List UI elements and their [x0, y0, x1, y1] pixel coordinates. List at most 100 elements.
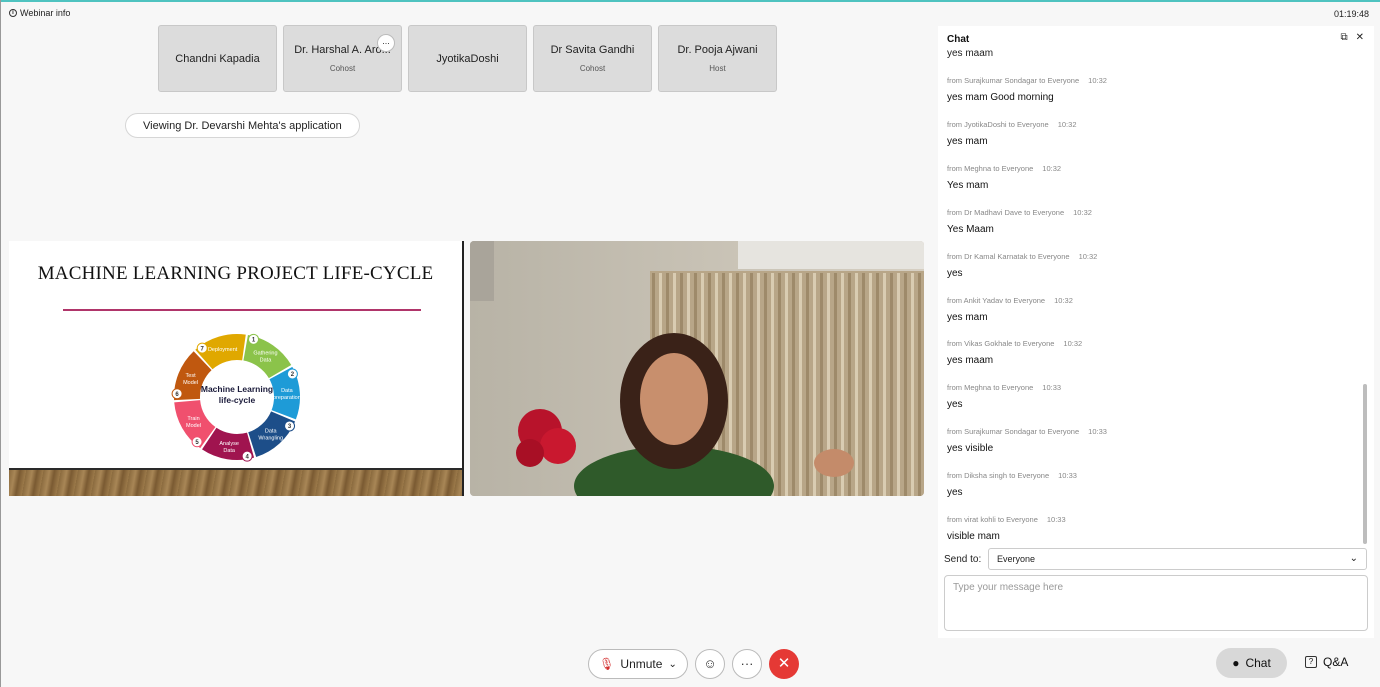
- chat-scrollbar[interactable]: [1363, 384, 1367, 544]
- chat-message: from Ankit Yadav to Everyone 10:32 yes mam: [947, 296, 1073, 323]
- unmute-label: Unmute: [620, 657, 663, 671]
- chat-message-time: 10:32: [1078, 251, 1098, 261]
- close-icon[interactable]: ✕: [1356, 32, 1364, 43]
- diagram-center-label: life-cycle: [219, 395, 256, 405]
- chat-message-time: 10:32: [1042, 163, 1062, 173]
- chat-message: from Dr Kamal Karnatak to Everyone 10:32 y…: [947, 252, 1097, 279]
- lifecycle-step-label: Data: [223, 448, 236, 454]
- chat-message: from Diksha singh to Everyone 10:33 yes: [947, 471, 1077, 498]
- unmute-button[interactable]: 🎙︎ Unmute ⌄: [588, 649, 688, 679]
- chat-bubble-icon: ●: [1232, 656, 1240, 670]
- popout-icon[interactable]: ⧉: [1340, 32, 1347, 43]
- send-to-value: Everyone: [997, 554, 1036, 564]
- chat-message-text: yes: [947, 487, 963, 499]
- chat-message-sender: from Surajkumar Sondagar to Everyone: [947, 76, 1080, 85]
- chat-message-sender: from Ankit Yadav to Everyone: [947, 295, 1046, 305]
- leave-meeting-button[interactable]: ✕: [769, 649, 799, 679]
- lifecycle-step-label: Analyse: [219, 441, 239, 447]
- chat-message-text: yes: [947, 399, 963, 411]
- chat-message-sender: from Dr Kamal Karnatak to Everyone: [947, 251, 1070, 261]
- chat-toggle-button[interactable]: ● Chat: [1216, 648, 1287, 678]
- chat-message-meta: from Surajkumar Sondagar to Everyone 10:3…: [947, 76, 1107, 85]
- reactions-button[interactable]: ☺: [695, 649, 725, 679]
- qa-button[interactable]: ? Q&A: [1305, 655, 1348, 669]
- chat-message: from Surajkumar Sondagar to Everyone 10:3…: [947, 76, 1107, 103]
- left-border: [0, 0, 1, 687]
- question-icon: ?: [1305, 656, 1317, 668]
- chat-message-text: yes maam: [947, 355, 994, 367]
- webinar-info-button[interactable]: i Webinar info: [9, 8, 70, 18]
- webinar-info-label: Webinar info: [20, 8, 71, 18]
- chat-message-sender: from Dr Madhavi Dave to Everyone: [947, 207, 1065, 217]
- chat-message-text: yes mam: [947, 311, 988, 323]
- participant-name: Dr. Pooja Ajwani: [677, 44, 758, 56]
- speaker-video: [470, 241, 924, 496]
- chat-message-sender: from Meghna to Everyone: [947, 383, 1034, 393]
- chat-message-time: 10:32: [1057, 119, 1077, 129]
- muted-mic-icon: 🎙︎: [599, 657, 615, 671]
- ml-lifecycle-diagram: GatheringData1Datapreparation2DataWrangl…: [171, 333, 301, 462]
- participant-tile[interactable]: Dr. Harshal A. Aro... Cohost ...: [283, 25, 402, 92]
- chat-message-meta: from Diksha singh to Everyone 10:33: [947, 471, 1077, 480]
- chat-message-time: 10:32: [1088, 76, 1107, 85]
- chat-message-text: yes maam: [947, 48, 994, 59]
- diagram-center-label: Machine Learning: [201, 384, 273, 394]
- participant-tile[interactable]: Dr Savita Gandhi Cohost: [533, 25, 652, 92]
- top-bar: i Webinar info 01:19:48: [0, 2, 1380, 24]
- chat-message-meta: from Meghna to Everyone 10:33: [947, 383, 1061, 392]
- chat-message-time: 10:32: [1054, 295, 1073, 305]
- chat-panel: Chat ⧉ ✕ yes maam from Surajkumar Sondag…: [938, 26, 1374, 638]
- chat-message-meta: from Dr Madhavi Dave to Everyone 10:32: [947, 208, 1092, 217]
- speaker-video-frame: [470, 241, 924, 496]
- participant-more-button[interactable]: ...: [377, 34, 395, 52]
- qa-label: Q&A: [1323, 655, 1349, 669]
- shared-screen: MACHINE LEARNING PROJECT LIFE-CYCLE Gath…: [9, 241, 464, 496]
- chat-message-text: Yes mam: [947, 179, 989, 191]
- participant-strip: Chandni Kapadia Dr. Harshal A. Aro... Co…: [158, 25, 777, 92]
- chat-message-text: yes mam: [947, 135, 988, 147]
- chat-message-text: yes: [947, 267, 963, 279]
- chat-message-list[interactable]: yes maam from Surajkumar Sondagar to Eve…: [947, 46, 1357, 546]
- slide-floor-image: [9, 468, 464, 496]
- participant-role: Host: [709, 64, 726, 73]
- participant-tile[interactable]: Chandni Kapadia: [158, 25, 277, 92]
- chat-message-meta: from Vikas Gokhale to Everyone 10:32: [947, 339, 1082, 348]
- participant-role: Cohost: [329, 64, 356, 73]
- chat-message-meta: from Meghna to Everyone 10:32: [947, 164, 1061, 173]
- lifecycle-step-label: Model: [186, 423, 201, 429]
- chat-message-time: 10:33: [1088, 427, 1107, 437]
- chat-message-input[interactable]: Type your message here: [944, 575, 1368, 631]
- chat-message-sender: from JyotikaDoshi to Everyone: [947, 119, 1049, 129]
- chat-message: from virat kohli to Everyone 10:33 visible…: [947, 515, 1066, 542]
- lifecycle-step-label: Wrangling: [258, 435, 283, 441]
- chat-message-meta: from JyotikaDoshi to Everyone 10:32: [947, 120, 1077, 129]
- chat-toggle-label: Chat: [1245, 656, 1271, 670]
- lifecycle-step-label: Data: [281, 388, 294, 394]
- more-options-button[interactable]: ···: [732, 649, 762, 679]
- chat-message-meta: from virat kohli to Everyone 10:33: [947, 515, 1066, 524]
- chat-message-sender: from Diksha singh to Everyone: [947, 471, 1050, 481]
- participant-name: Dr Savita Gandhi: [550, 44, 635, 56]
- chat-message-time: 10:33: [1042, 383, 1062, 393]
- chat-message-sender: from virat kohli to Everyone: [947, 515, 1038, 524]
- participant-name: Dr. Harshal A. Aro...: [294, 44, 391, 56]
- chat-header-actions: ⧉ ✕: [1340, 32, 1364, 43]
- lifecycle-step-label: Test: [186, 373, 197, 379]
- participant-name: JyotikaDoshi: [436, 52, 499, 65]
- chat-message-meta: from Ankit Yadav to Everyone 10:32: [947, 296, 1073, 305]
- chat-message: from Meghna to Everyone 10:33 yes: [947, 383, 1061, 410]
- lifecycle-step-label: Train: [187, 416, 199, 422]
- chat-message-time: 10:32: [1073, 207, 1092, 217]
- slide-title: MACHINE LEARNING PROJECT LIFE-CYCLE: [37, 263, 434, 284]
- chevron-down-icon[interactable]: ⌄: [668, 659, 676, 670]
- lifecycle-step-label: Gathering: [253, 350, 277, 356]
- send-to-select[interactable]: Everyone ⌄: [988, 548, 1367, 570]
- chat-message-text: yes mam Good morning: [947, 92, 1054, 103]
- participant-tile[interactable]: JyotikaDoshi: [408, 25, 527, 92]
- chat-message-sender: from Surajkumar Sondagar to Everyone: [947, 427, 1080, 437]
- participant-tile[interactable]: Dr. Pooja Ajwani Host: [658, 25, 777, 92]
- chat-message-sender: from Vikas Gokhale to Everyone: [947, 339, 1055, 349]
- lifecycle-step-label: preparation: [273, 395, 301, 401]
- lifecycle-step-label: Data: [260, 357, 273, 363]
- info-icon: i: [9, 9, 17, 17]
